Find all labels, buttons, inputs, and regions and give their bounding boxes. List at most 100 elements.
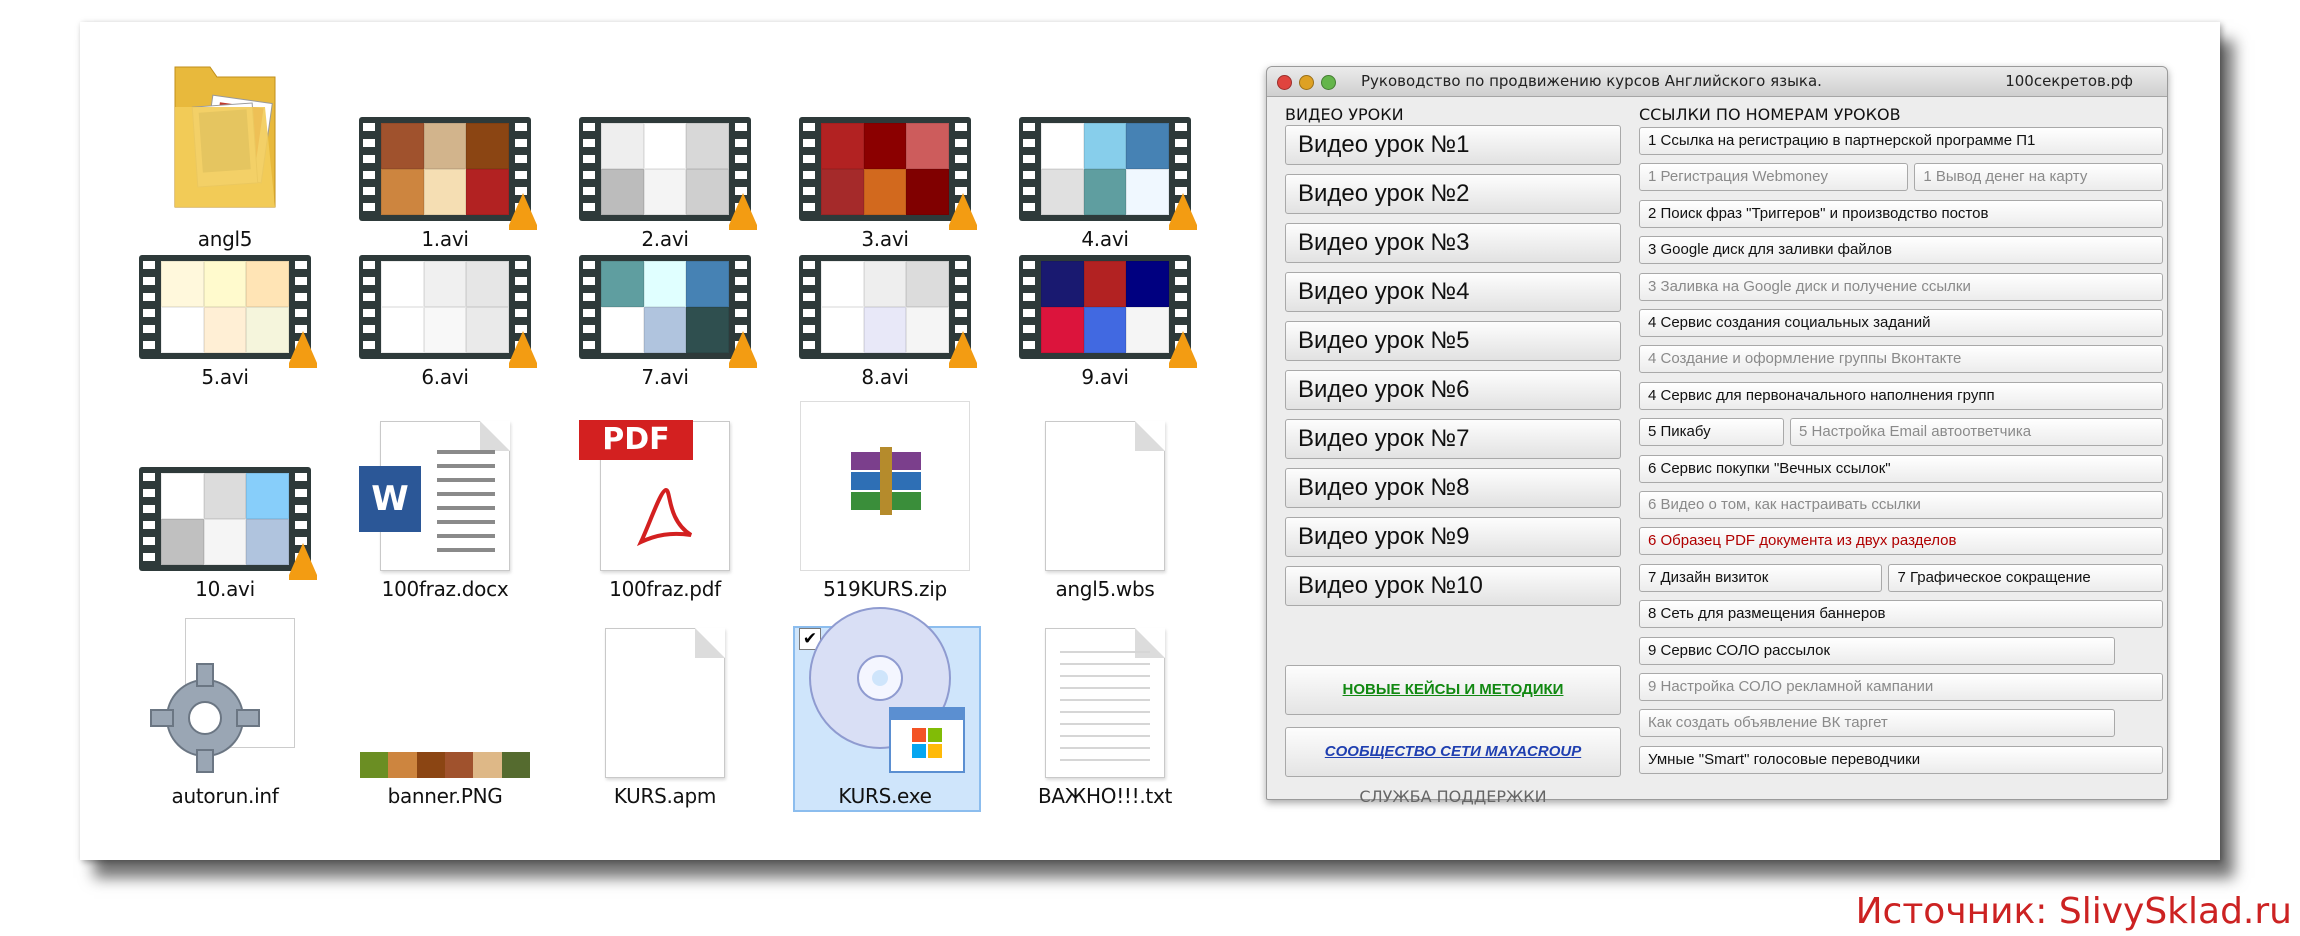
link-button[interactable]: 3 Google диск для заливки файлов	[1639, 236, 2163, 265]
file-item[interactable]: 7.avi	[565, 252, 765, 393]
window-site: 100секретов.рф	[2005, 72, 2133, 90]
file-item[interactable]: autorun.inf	[125, 618, 325, 812]
file-item[interactable]: 9.avi	[1005, 252, 1205, 393]
link-button[interactable]: 6 Образец PDF документа из двух разделов	[1639, 527, 2163, 556]
vlc-cone-icon	[289, 543, 317, 580]
file-thumb	[345, 32, 545, 230]
file-item[interactable]: 5.avi	[125, 252, 325, 393]
video-lesson-button[interactable]: Видео урок №1	[1285, 125, 1621, 165]
frame-tile	[161, 519, 204, 565]
link-button[interactable]: 1 Ссылка на регистрацию в партнерской пр…	[1639, 127, 2163, 155]
frame-tile	[1083, 261, 1127, 307]
minimize-window-icon[interactable]	[1299, 75, 1314, 90]
link-button[interactable]: 5 Настройка Email автоответчика	[1790, 418, 2163, 447]
video-file-icon	[579, 255, 757, 368]
file-item[interactable]: ✔ KURS.exe	[785, 607, 985, 812]
community-button[interactable]: СООБЩЕСТВО СЕТИ MAYACROUP	[1285, 727, 1621, 777]
file-thumb	[125, 32, 325, 221]
video-lesson-button[interactable]: Видео урок №10	[1285, 566, 1621, 606]
file-item[interactable]: angl5.wbs	[1005, 421, 1205, 605]
frame-tile	[601, 169, 644, 215]
video-lesson-button[interactable]: Видео урок №5	[1285, 321, 1621, 361]
link-button[interactable]: 6 Видео о том, как настраивать ссылки	[1639, 491, 2163, 519]
file-item[interactable]: banner.PNG	[345, 632, 545, 812]
file-item[interactable]: 4.avi	[1005, 32, 1205, 255]
link-button[interactable]: 2 Поиск фраз "Триггеров" и производство …	[1639, 199, 2163, 228]
file-thumb	[1005, 252, 1205, 368]
word-doc-icon: W	[359, 421, 510, 571]
file-item[interactable]: 8.avi	[785, 252, 985, 393]
file-thumb	[1005, 628, 1205, 778]
video-lesson-button[interactable]: Видео урок №4	[1285, 272, 1621, 312]
link-button[interactable]: 1 Вывод денег на карту	[1914, 163, 2163, 192]
frame-tile	[423, 261, 467, 307]
file-item[interactable]: ВАЖНО!!!.txt	[1005, 628, 1205, 812]
file-item[interactable]: 2.avi	[565, 32, 765, 255]
file-thumb	[1005, 32, 1205, 230]
link-button[interactable]: 5 Пикабу	[1639, 418, 1785, 447]
video-lesson-button[interactable]: Видео урок №8	[1285, 468, 1621, 508]
new-cases-button[interactable]: НОВЫЕ КЕЙСЫ И МЕТОДИКИ	[1285, 665, 1621, 715]
file-item[interactable]: angl5	[125, 32, 325, 255]
video-lesson-button[interactable]: Видео урок №3	[1285, 223, 1621, 263]
text-line	[1060, 699, 1150, 701]
file-item[interactable]: 3.avi	[785, 32, 985, 255]
file-thumb	[125, 422, 325, 580]
video-lesson-button[interactable]: Видео урок №6	[1285, 370, 1621, 410]
frame-tile	[601, 261, 644, 307]
file-thumb	[785, 401, 985, 571]
video-lesson-button[interactable]: Видео урок №7	[1285, 419, 1621, 459]
file-item[interactable]: 1.avi	[345, 32, 545, 255]
file-name: 8.avi	[861, 365, 909, 389]
text-line	[1060, 711, 1150, 713]
link-button[interactable]: 9 Настройка СОЛО рекламной кампании	[1639, 673, 2163, 701]
links-heading: ССЫЛКИ ПО НОМЕРАМ УРОКОВ	[1639, 105, 1901, 124]
film-holes-left	[143, 473, 155, 565]
film-holes-left	[583, 261, 595, 353]
file-name: 100fraz.pdf	[609, 577, 721, 601]
file-item[interactable]: 10.avi	[125, 422, 325, 605]
link-button[interactable]: 7 Графическое сокращение	[1888, 563, 2163, 592]
file-thumb	[125, 252, 325, 368]
frame-tile	[1126, 261, 1169, 307]
text-line	[1060, 735, 1150, 737]
frame-tile	[821, 261, 864, 307]
link-button[interactable]: 7 Дизайн визиток	[1639, 563, 1883, 592]
link-button[interactable]: 3 Заливка на Google диск и получение ссы…	[1639, 272, 2163, 301]
film-frame	[1041, 123, 1169, 215]
film-frame	[1041, 261, 1169, 353]
file-name: 7.avi	[641, 365, 689, 389]
file-item[interactable]: PDF 100fraz.pdf	[565, 420, 765, 605]
file-thumb: PDF	[565, 420, 765, 571]
frame-tile	[1041, 123, 1084, 169]
close-window-icon[interactable]	[1277, 75, 1292, 90]
link-button[interactable]: Умные "Smart" голосовые переводчики	[1639, 745, 2163, 774]
link-button[interactable]: 4 Создание и оформление группы Вконтакте	[1639, 345, 2163, 374]
link-button[interactable]: Как создать объявление ВК таргет	[1639, 709, 2115, 738]
frame-tile	[686, 261, 729, 307]
video-lesson-button[interactable]: Видео урок №2	[1285, 174, 1621, 214]
file-thumb	[1005, 421, 1205, 571]
video-file-icon	[139, 467, 317, 580]
support-label[interactable]: СЛУЖБА ПОДДЕРЖКИ	[1285, 787, 1621, 806]
file-item[interactable]: W 100fraz.docx	[345, 421, 545, 605]
page-fold	[480, 421, 510, 451]
file-item[interactable]: 519KURS.zip	[785, 401, 985, 605]
video-lesson-button[interactable]: Видео урок №9	[1285, 517, 1621, 557]
app-window: Руководство по продвижению курсов Англий…	[1266, 66, 2168, 806]
file-thumb: W	[345, 421, 545, 571]
zoom-window-icon[interactable]	[1321, 75, 1336, 90]
link-button[interactable]: 4 Сервис создания социальных заданий	[1639, 309, 2163, 337]
link-button[interactable]: 4 Сервис для первоначального наполнения …	[1639, 381, 2163, 410]
file-item[interactable]: 6.avi	[345, 252, 545, 393]
file-item[interactable]: KURS.apm	[565, 628, 765, 812]
video-file-icon	[1019, 117, 1197, 230]
link-button[interactable]: 1 Регистрация Webmoney	[1639, 163, 1909, 192]
link-button[interactable]: 9 Сервис СОЛО рассылок	[1639, 636, 2115, 665]
frame-tile	[381, 123, 424, 169]
frame-tile	[246, 261, 289, 307]
page-fold	[1135, 628, 1165, 658]
file-name: KURS.exe	[838, 784, 932, 808]
link-button[interactable]: 8 Сеть для размещения баннеров	[1639, 600, 2163, 629]
link-button[interactable]: 6 Сервис покупки "Вечных ссылок"	[1639, 454, 2163, 483]
